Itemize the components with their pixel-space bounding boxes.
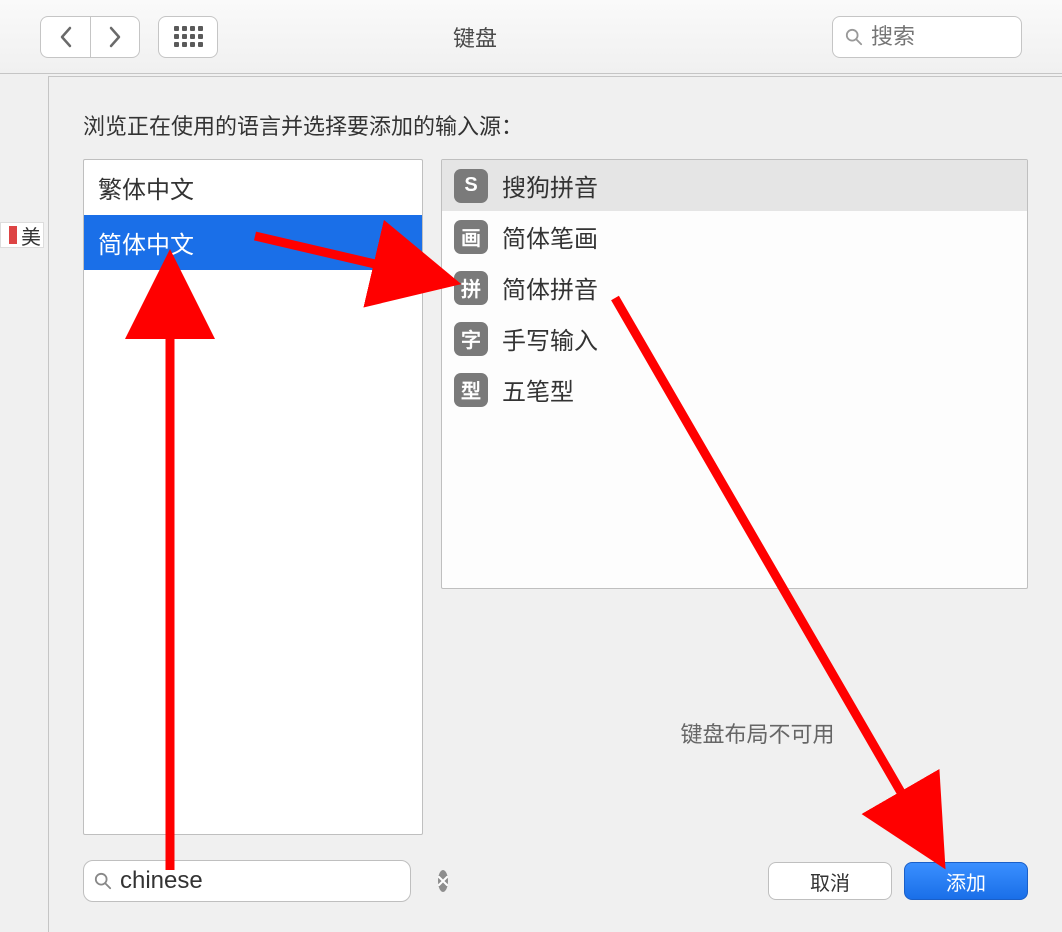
chevron-right-icon bbox=[108, 26, 122, 48]
toolbar: 键盘 bbox=[0, 0, 1062, 74]
window-title: 键盘 bbox=[132, 21, 818, 53]
toolbar-search-input[interactable] bbox=[871, 24, 1009, 50]
stroke-icon: 画 bbox=[454, 220, 488, 254]
bottom-bar: 取消 添加 bbox=[83, 860, 1028, 902]
source-item-wubi[interactable]: 型 五笔型 bbox=[442, 364, 1027, 415]
source-label: 五笔型 bbox=[502, 372, 574, 407]
source-label: 手写输入 bbox=[502, 321, 598, 356]
cancel-button[interactable]: 取消 bbox=[768, 862, 892, 900]
chevron-left-icon bbox=[59, 26, 73, 48]
sheet-instruction: 浏览正在使用的语言并选择要添加的输入源： bbox=[49, 77, 1062, 159]
source-item-stroke[interactable]: 画 简体笔画 bbox=[442, 211, 1027, 262]
add-button[interactable]: 添加 bbox=[904, 862, 1028, 900]
wubi-icon: 型 bbox=[454, 373, 488, 407]
add-input-source-sheet: 浏览正在使用的语言并选择要添加的输入源： 繁体中文 简体中文 S 搜狗拼音 画 … bbox=[48, 76, 1062, 932]
source-label: 简体拼音 bbox=[502, 270, 598, 305]
handwriting-icon: 字 bbox=[454, 322, 488, 356]
toolbar-search[interactable] bbox=[832, 16, 1022, 58]
source-label: 搜狗拼音 bbox=[502, 168, 598, 203]
language-item-simplified[interactable]: 简体中文 bbox=[84, 215, 422, 270]
sogou-icon: S bbox=[454, 169, 488, 203]
keyboard-layout-status: 键盘布局不可用 bbox=[487, 717, 1028, 749]
language-search-input[interactable] bbox=[120, 867, 430, 895]
back-button[interactable] bbox=[40, 16, 90, 58]
input-source-list[interactable]: S 搜狗拼音 画 简体笔画 拼 简体拼音 字 手写输入 型 五笔型 bbox=[441, 159, 1028, 589]
flag-icon bbox=[9, 226, 17, 244]
source-item-pinyin[interactable]: 拼 简体拼音 bbox=[442, 262, 1027, 313]
search-icon bbox=[94, 872, 112, 890]
source-item-handwriting[interactable]: 字 手写输入 bbox=[442, 313, 1027, 364]
close-icon bbox=[438, 876, 448, 886]
sidebar-partial-item: 美 bbox=[0, 222, 44, 248]
language-list[interactable]: 繁体中文 简体中文 bbox=[83, 159, 423, 835]
language-item-traditional[interactable]: 繁体中文 bbox=[84, 160, 422, 215]
nav-buttons bbox=[40, 16, 140, 58]
sidebar-partial-label: 美 bbox=[21, 221, 41, 250]
source-label: 简体笔画 bbox=[502, 219, 598, 254]
source-item-sogou[interactable]: S 搜狗拼音 bbox=[442, 160, 1027, 211]
pinyin-icon: 拼 bbox=[454, 271, 488, 305]
search-icon bbox=[845, 28, 863, 46]
clear-search-button[interactable] bbox=[438, 870, 448, 892]
language-search[interactable] bbox=[83, 860, 411, 902]
